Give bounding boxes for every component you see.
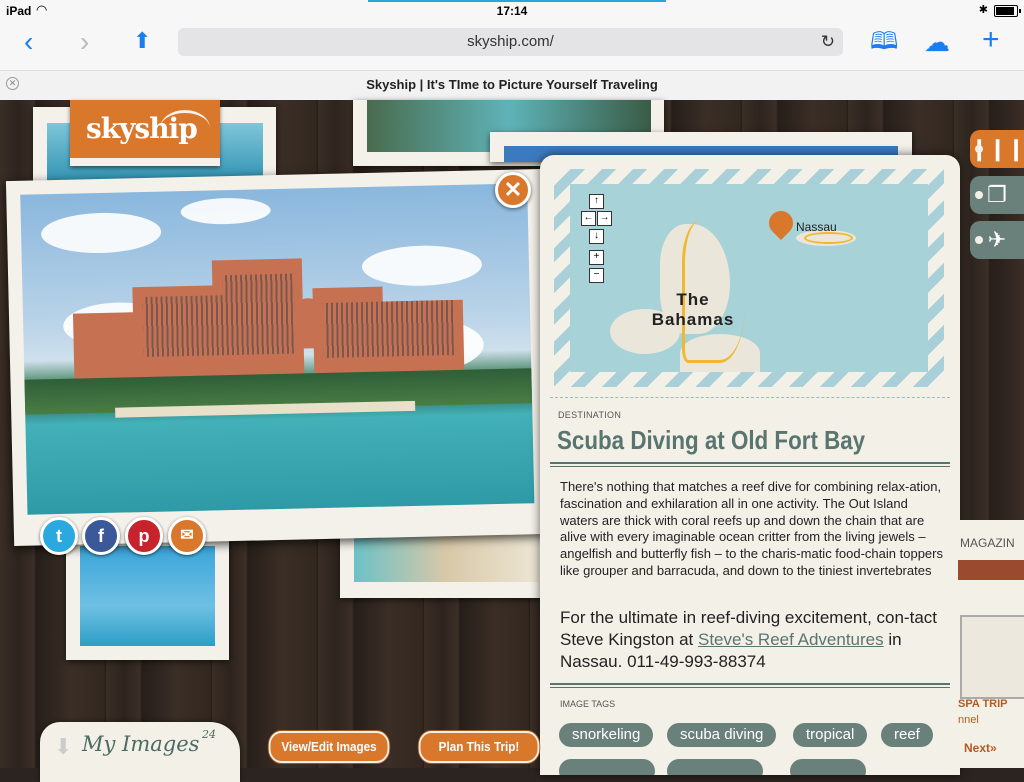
airplane-icon: ✈	[987, 227, 1007, 252]
map-pan-up-icon[interactable]: ↑	[589, 194, 604, 209]
status-bar: iPad ◠ 17:14 ✱	[0, 0, 1024, 22]
map-pan-left-icon[interactable]: ←	[581, 211, 596, 226]
tab-title[interactable]: Skyship | It's TIme to Picture Yourself …	[0, 77, 1024, 92]
battery-icon	[994, 5, 1021, 17]
main-photo[interactable]	[20, 183, 535, 515]
photos-tab[interactable]: ❐	[970, 176, 1024, 214]
tags-rule	[550, 683, 950, 688]
destination-card: Nassau The Bahamas ↑ ← → ↓ + − DESTINATI…	[540, 155, 960, 775]
bookmarks-icon[interactable]: 🕮	[870, 28, 898, 56]
my-images-tab[interactable]: ⬇ My Images 24	[40, 722, 240, 782]
my-images-count: 24	[202, 728, 216, 741]
tag-scuba-diving[interactable]: scuba diving	[667, 723, 777, 747]
address-bar[interactable]: skyship.com/ ↻	[178, 28, 843, 56]
magazine-label: MAGAZIN	[960, 536, 1015, 550]
map-label-bahamas: The Bahamas	[651, 290, 735, 329]
icloud-tabs-icon[interactable]: ☁	[924, 28, 950, 56]
close-button[interactable]: ✕	[495, 172, 531, 208]
view-edit-images-button[interactable]: View/Edit Images	[268, 731, 390, 763]
map-zoom-in-icon[interactable]: +	[589, 250, 604, 265]
url-text: skyship.com/	[467, 33, 554, 50]
map-pan-right-icon[interactable]: →	[597, 211, 612, 226]
destination-label: DESTINATION	[558, 410, 622, 420]
main-photo-frame	[5, 168, 550, 547]
plan-trip-button[interactable]: Plan This Trip!	[418, 731, 540, 763]
title-rule	[550, 462, 950, 467]
clock: 17:14	[496, 4, 528, 18]
share-icon[interactable]: ⬆	[133, 27, 151, 55]
bluetooth-icon: ✱	[978, 4, 988, 16]
back-icon[interactable]: ‹	[24, 28, 33, 56]
map-label-nassau: Nassau	[796, 220, 837, 234]
spa-trip-label: SPA TRIP	[958, 698, 1008, 710]
page-load-progress	[368, 0, 666, 2]
tag-more[interactable]	[667, 759, 763, 775]
spa-sub-label: nnel	[958, 714, 979, 726]
tag-more[interactable]	[559, 759, 655, 775]
tag-more[interactable]	[790, 759, 866, 775]
destination-title: Scuba Diving at Old Fort Bay	[557, 425, 866, 455]
image-tags-label: IMAGE TAGS	[560, 699, 616, 709]
skyship-logo[interactable]: skyship	[70, 100, 220, 166]
tag-snorkeling[interactable]: snorkeling	[559, 723, 654, 747]
description-text: There's nothing that matches a reef dive…	[560, 479, 943, 578]
map-frame: Nassau The Bahamas ↑ ← → ↓ + −	[554, 169, 944, 387]
browser-toolbar: ‹ › ⬆ skyship.com/ ↻ 🕮 ☁ +	[0, 22, 1024, 70]
trips-tab[interactable]: ✈	[970, 221, 1024, 259]
magazine-panel[interactable]: MAGAZIN SPA TRIP nnel Next»	[958, 520, 1024, 768]
divider	[550, 397, 950, 398]
new-tab-icon[interactable]: +	[982, 25, 1000, 55]
twitter-icon[interactable]: t	[40, 517, 78, 555]
menu-tab[interactable]: ❙❙❙	[970, 130, 1024, 168]
map-zoom-out-icon[interactable]: −	[589, 268, 604, 283]
reload-icon[interactable]: ↻	[821, 28, 835, 56]
tab-bar: ✕ Skyship | It's TIme to Picture Yoursel…	[0, 70, 1024, 101]
location-pin-icon[interactable]	[764, 206, 798, 240]
pinterest-icon[interactable]: p	[125, 517, 163, 555]
contact-text: For the ultimate in reef-diving exciteme…	[560, 607, 945, 673]
photos-icon: ❐	[987, 182, 1007, 207]
reef-adventures-link[interactable]: Steve's Reef Adventures	[698, 630, 884, 649]
down-arrow-icon: ⬇	[54, 734, 73, 759]
forward-icon[interactable]: ›	[80, 28, 89, 56]
background-photo-sailboat[interactable]	[66, 540, 229, 660]
map[interactable]: Nassau The Bahamas ↑ ← → ↓ + −	[570, 184, 928, 372]
map-pan-down-icon[interactable]: ↓	[589, 229, 604, 244]
my-images-label: My Images	[82, 732, 200, 756]
tag-tropical[interactable]: tropical	[793, 723, 868, 747]
tag-reef[interactable]: reef	[881, 723, 933, 747]
next-link[interactable]: Next»	[964, 741, 997, 755]
facebook-icon[interactable]: f	[82, 517, 120, 555]
email-icon[interactable]: ✉	[168, 517, 206, 555]
